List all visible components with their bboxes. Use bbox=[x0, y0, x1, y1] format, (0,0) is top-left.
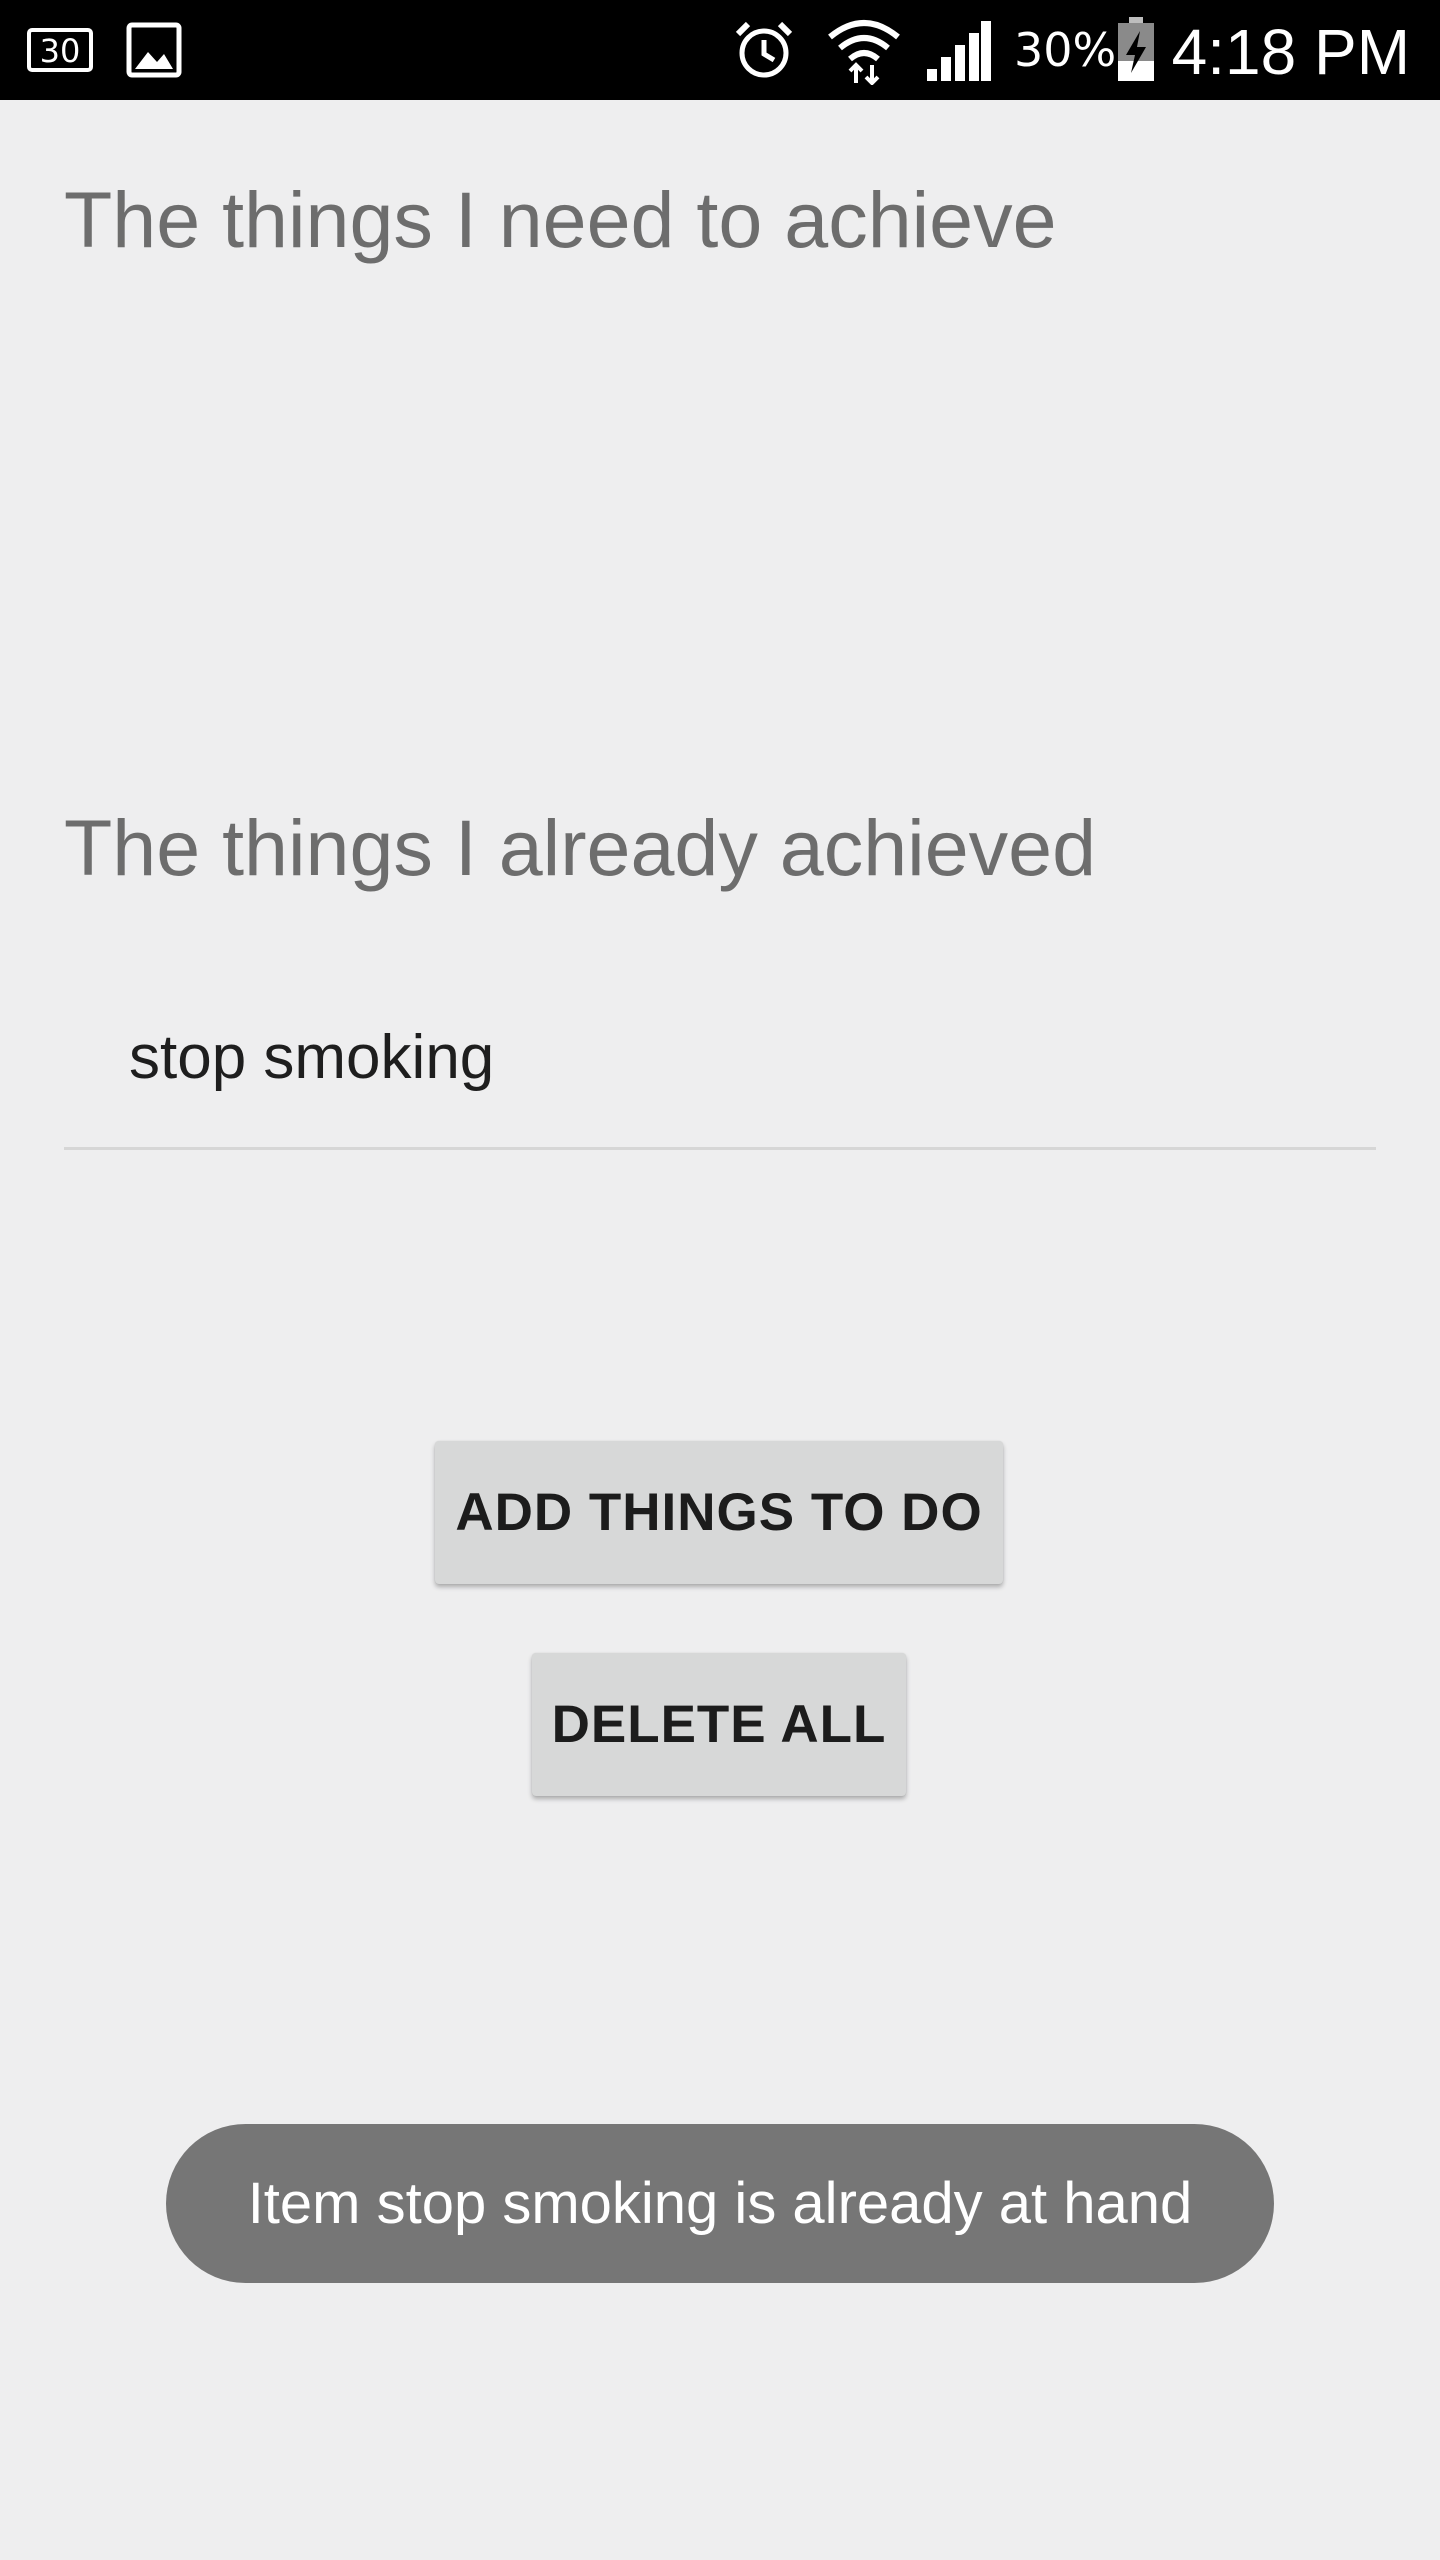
image-icon bbox=[126, 0, 182, 100]
signal-icon bbox=[924, 0, 992, 100]
todo-heading: The things I need to achieve bbox=[64, 175, 1057, 264]
done-heading: The things I already achieved bbox=[64, 803, 1097, 892]
status-bar: 30 30% 4:18 PM bbox=[0, 0, 1440, 100]
battery-percent: 30% bbox=[1014, 23, 1117, 77]
add-things-button[interactable]: ADD THINGS TO DO bbox=[435, 1441, 1003, 1584]
svg-text:30: 30 bbox=[40, 32, 81, 70]
clock: 4:18 PM bbox=[1171, 16, 1410, 88]
alarm-icon bbox=[731, 0, 797, 100]
toast-message: Item stop smoking is already at hand bbox=[166, 2124, 1274, 2283]
list-item-label: stop smoking bbox=[129, 1023, 495, 1092]
done-list-item[interactable]: stop smoking bbox=[64, 980, 1376, 1150]
thirty-day-calendar-icon: 30 bbox=[24, 0, 96, 100]
wifi-icon bbox=[826, 0, 902, 100]
delete-all-button[interactable]: DELETE ALL bbox=[532, 1653, 906, 1796]
battery-charging-icon bbox=[1114, 0, 1158, 100]
